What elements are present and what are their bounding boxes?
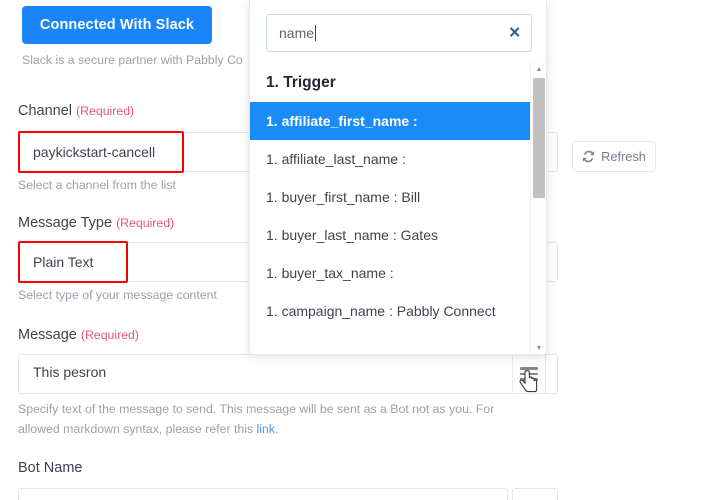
hamburger-bar-3 <box>520 378 538 381</box>
channel-hint: Select a channel from the list <box>18 178 176 192</box>
slack-partner-subtitle: Slack is a secure partner with Pabbly Co <box>22 53 243 67</box>
list-item[interactable]: 1. affiliate_last_name : <box>250 140 532 178</box>
message-type-required-marker: (Required) <box>116 216 175 230</box>
refresh-icon <box>582 150 595 163</box>
text-caret <box>315 25 317 41</box>
list-item[interactable]: 1. buyer_tax_name : <box>250 254 532 292</box>
dropdown-group-header: 1. Trigger <box>266 74 336 91</box>
message-label: Message (Required) <box>18 327 139 343</box>
list-item[interactable]: 1. campaign_name : Pabbly Connect <box>250 292 532 330</box>
variable-picker-dropdown: name ✕ 1. Trigger 1. affiliate_first_nam… <box>249 0 547 355</box>
list-item[interactable]: 1. buyer_last_name : Gates <box>250 216 532 254</box>
channel-required-marker: (Required) <box>76 104 135 118</box>
bot-name-side-button[interactable] <box>512 488 558 500</box>
scroll-up-arrow-icon[interactable]: ▲ <box>531 62 546 76</box>
bot-name-label-text: Bot Name <box>18 460 83 476</box>
dropdown-scrollbar[interactable]: ▲ ▼ <box>530 62 546 354</box>
message-hint-line-2-post: . <box>275 422 279 436</box>
message-hint-line-1: Specify text of the message to send. Thi… <box>18 402 495 416</box>
dropdown-list[interactable]: 1. Trigger 1. affiliate_first_name : 1. … <box>250 62 532 354</box>
list-item[interactable]: 1. buyer_first_name : Bill <box>250 178 532 216</box>
hamburger-icon[interactable] <box>512 354 546 394</box>
message-hint-line-2: allowed markdown syntax, please refer th… <box>18 419 563 439</box>
connected-with-slack-button[interactable]: Connected With Slack <box>22 6 212 44</box>
channel-label: Channel (Required) <box>18 103 134 119</box>
message-required-marker: (Required) <box>80 328 139 342</box>
message-textarea[interactable]: This pesron <box>18 354 558 394</box>
close-icon[interactable]: ✕ <box>508 26 521 41</box>
message-hint-line-2-pre: allowed markdown syntax, please refer th… <box>18 422 257 436</box>
search-input[interactable]: name <box>279 25 314 41</box>
channel-label-text: Channel <box>18 103 73 119</box>
dropdown-search-box[interactable]: name ✕ <box>266 14 532 52</box>
hamburger-bar-1 <box>520 367 538 370</box>
bot-name-input[interactable] <box>18 488 508 500</box>
refresh-button[interactable]: Refresh <box>572 141 656 172</box>
message-hint: Specify text of the message to send. Thi… <box>18 399 563 439</box>
message-label-text: Message <box>18 327 77 343</box>
scroll-down-arrow-icon[interactable]: ▼ <box>531 341 546 354</box>
markdown-syntax-link[interactable]: link <box>257 422 275 436</box>
list-item[interactable]: 1. affiliate_first_name : <box>250 102 532 140</box>
hamburger-bar-2 <box>520 372 538 376</box>
bot-name-label: Bot Name <box>18 460 82 476</box>
dropdown-search-container: name ✕ <box>250 0 546 62</box>
slack-action-config-screen: Connected With Slack Slack is a secure p… <box>0 0 726 500</box>
message-type-hint: Select type of your message content <box>18 288 217 302</box>
message-type-label: Message Type (Required) <box>18 215 174 231</box>
refresh-button-label: Refresh <box>601 149 646 164</box>
scrollbar-thumb[interactable] <box>533 78 545 198</box>
message-type-label-text: Message Type <box>18 215 113 231</box>
